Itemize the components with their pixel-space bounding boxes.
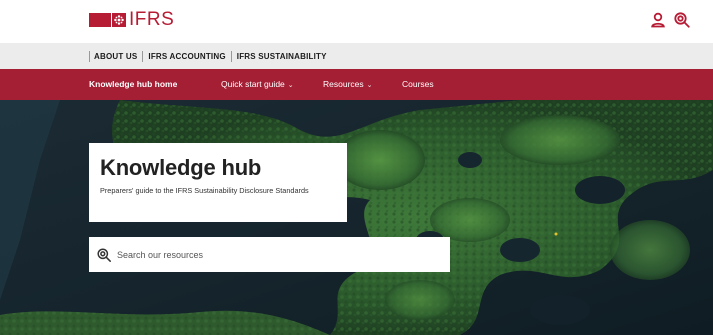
header-actions [649, 11, 691, 29]
search-input[interactable] [117, 249, 417, 260]
logo-text: IFRS [129, 9, 175, 30]
chevron-down-icon: ⌄ [366, 82, 373, 89]
page-subtitle: Preparers' guide to the IFRS Sustainabil… [100, 186, 309, 195]
site-header: IFRS [0, 0, 713, 43]
resource-search-box[interactable] [89, 237, 450, 272]
nav-quick-start-guide[interactable]: Quick start guide ⌄ [221, 69, 294, 100]
main-nav: Knowledge hub home Quick start guide ⌄ Re… [0, 69, 713, 100]
topnav-ifrs-sustainability[interactable]: IFRS SUSTAINABILITY [230, 50, 327, 62]
logo-emblem-icon [112, 13, 126, 27]
search-icon[interactable] [673, 11, 691, 29]
chevron-down-icon: ⌄ [287, 82, 294, 89]
nav-resources-label: Resources [323, 79, 364, 89]
top-utility-nav: ABOUT US IFRS ACCOUNTING IFRS SUSTAINABI… [0, 43, 713, 69]
logo-bar [89, 13, 111, 27]
topnav-ifrs-accounting[interactable]: IFRS ACCOUNTING [142, 50, 230, 62]
hero-title-card: Knowledge hub Preparers' guide to the IF… [89, 143, 347, 222]
ifrs-logo[interactable]: IFRS [89, 9, 175, 30]
search-icon [96, 247, 112, 263]
nav-knowledge-hub-home[interactable]: Knowledge hub home [89, 69, 177, 100]
nav-resources[interactable]: Resources ⌄ [323, 69, 373, 100]
nav-quick-start-label: Quick start guide [221, 79, 285, 89]
user-icon[interactable] [649, 11, 667, 29]
page-title: Knowledge hub [100, 155, 262, 180]
topnav-about-us[interactable]: ABOUT US [89, 50, 142, 62]
nav-courses[interactable]: Courses [402, 69, 434, 100]
